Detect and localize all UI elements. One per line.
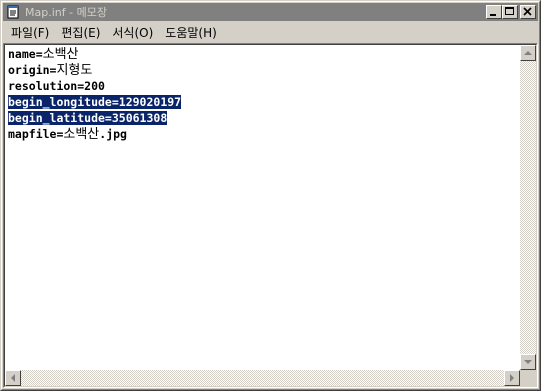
menu-help[interactable]: 도움말(H) (159, 24, 223, 41)
text-line: name=소백산 (8, 46, 181, 62)
text-lines: name=소백산 origin=지형도 resolution=200 begin… (8, 46, 182, 142)
arrow-down-icon (524, 360, 532, 364)
text-line-selected: begin_longitude=129020197 (8, 94, 182, 110)
menu-bar: 파일(F) 편집(E) 서식(O) 도움말(H) (3, 22, 538, 42)
editor-area: name=소백산 origin=지형도 resolution=200 begin… (4, 44, 537, 387)
text-line: origin=지형도 (8, 62, 181, 78)
scrollbar-corner (520, 370, 536, 386)
title-buttons (486, 5, 536, 19)
text-area[interactable]: name=소백산 origin=지형도 resolution=200 begin… (5, 45, 520, 370)
text-line: resolution=200 (8, 78, 181, 94)
arrow-up-icon (524, 51, 532, 55)
line-value: 소백산 (63, 127, 100, 142)
window-title: Map.inf - 메모장 (25, 6, 107, 19)
horizontal-scrollbar[interactable] (5, 370, 520, 386)
scroll-right-button[interactable] (504, 370, 520, 386)
line-text: resolution=200 (8, 79, 105, 93)
selected-text: begin_longitude=129020197 (8, 95, 182, 109)
arrow-right-icon (510, 374, 514, 382)
scroll-up-button[interactable] (520, 45, 536, 61)
menu-file[interactable]: 파일(F) (3, 24, 55, 41)
vertical-scrollbar[interactable] (520, 45, 536, 370)
line-text: origin= (8, 63, 57, 77)
title-bar[interactable]: Map.inf - 메모장 (3, 3, 538, 21)
line-suffix: .jpg (99, 127, 127, 141)
minimize-icon (490, 14, 496, 16)
notepad-window: Map.inf - 메모장 파일(F) 편집(E) 서식(O) 도움말(H) n… (0, 0, 541, 391)
scroll-left-button[interactable] (5, 370, 21, 386)
minimize-button[interactable] (486, 5, 502, 19)
close-button[interactable] (520, 5, 536, 19)
menu-edit[interactable]: 편집(E) (55, 24, 106, 41)
line-value: 지형도 (56, 63, 93, 78)
maximize-icon (505, 7, 514, 15)
line-value: 소백산 (42, 47, 79, 62)
selected-text: begin_latitude=35061308 (8, 111, 168, 125)
maximize-button[interactable] (502, 5, 518, 19)
scroll-down-button[interactable] (520, 354, 536, 370)
editor-frame: name=소백산 origin=지형도 resolution=200 begin… (3, 43, 538, 388)
text-line-selected: begin_latitude=35061308 (8, 110, 181, 126)
notepad-icon (5, 4, 21, 20)
arrow-left-icon (11, 374, 15, 382)
close-icon (523, 7, 532, 16)
line-text: mapfile= (8, 127, 64, 141)
text-line: mapfile=소백산.jpg (8, 126, 181, 142)
line-text: name= (8, 47, 43, 61)
menu-format[interactable]: 서식(O) (106, 24, 159, 41)
